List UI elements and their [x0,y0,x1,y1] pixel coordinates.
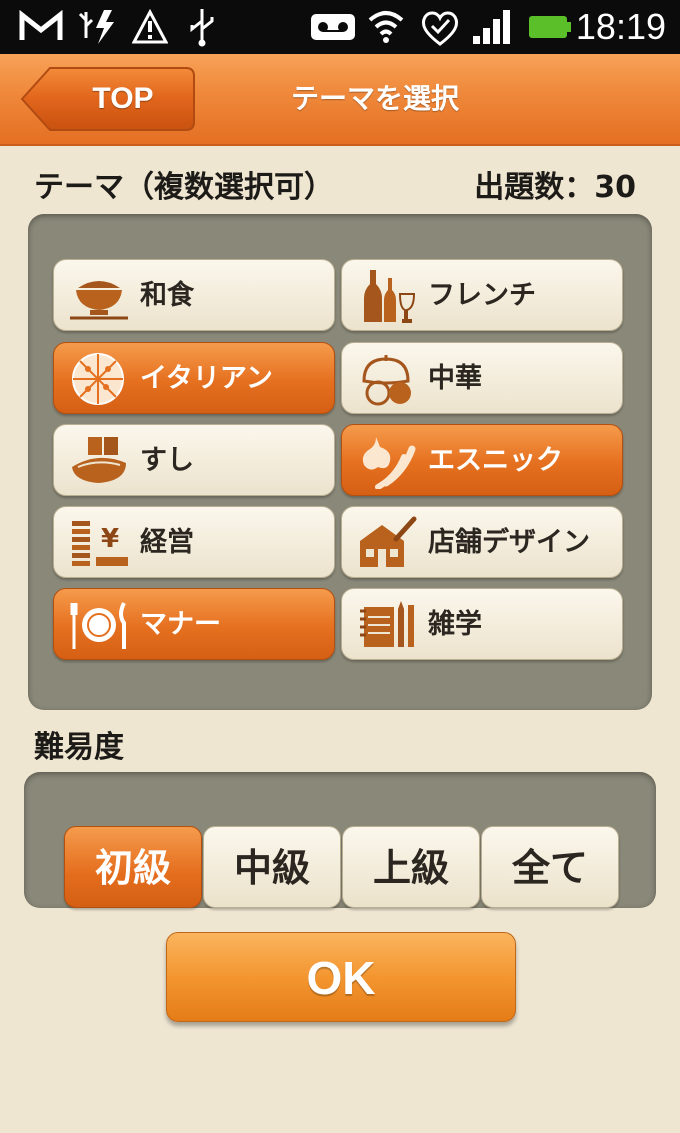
question-count-label: 出題数：30 [474,170,636,205]
difficulty-advanced-button[interactable]: 上級 [342,826,480,908]
top-back-label: TOP [92,82,154,115]
theme-button-washoku[interactable]: 和食 [53,259,335,331]
plate-cutlery-icon [68,597,130,653]
wine-bottles-icon [356,268,418,324]
clock-time: 18:19 [575,6,666,47]
wifi-icon [366,7,406,47]
status-bar: 18:19 [0,0,680,54]
theme-button-chinese[interactable]: 中華 [341,342,623,414]
theme-label: 雑学 [428,609,482,640]
usb-debug-icon [74,7,120,47]
theme-label: 中華 [428,363,482,394]
theme-button-management[interactable]: ¥ 経営 [53,506,335,578]
theme-label: エスニック [428,445,563,476]
theme-label: フレンチ [428,280,536,311]
warning-icon [132,7,168,47]
signal-quality-icon [418,7,462,47]
top-back-button[interactable]: TOP [20,66,196,132]
dumpling-icon [356,351,418,407]
page-title: テーマを選択 [290,82,459,115]
svg-text:¥: ¥ [101,524,119,554]
battery-icon [528,7,572,47]
theme-button-french[interactable]: フレンチ [341,259,623,331]
theme-label: 経営 [140,527,194,558]
theme-label: イタリアン [140,363,273,394]
difficulty-beginner-button[interactable]: 初級 [64,826,202,908]
ok-button[interactable]: OK [166,932,516,1022]
yen-coins-icon: ¥ [68,515,130,571]
usb-icon [182,7,222,47]
rice-bowl-icon [68,268,130,324]
theme-button-italian[interactable]: イタリアン [53,342,335,414]
notebook-pencils-icon [356,597,418,653]
theme-button-store-design[interactable]: 店舗デザイン [341,506,623,578]
difficulty-label: 難易度 [34,730,124,765]
theme-button-ethnic[interactable]: エスニック [341,424,623,496]
theme-section-label: テーマ（複数選択可） [34,170,334,205]
theme-button-sushi[interactable]: すし [53,424,335,496]
difficulty-all-button[interactable]: 全て [481,826,619,908]
pizza-icon [68,351,130,407]
theme-label: 和食 [140,280,194,311]
theme-label: 店舗デザイン [428,527,590,558]
theme-label: マナー [140,609,221,640]
shop-brush-icon [356,515,418,571]
garlic-chili-icon [356,433,418,489]
theme-button-trivia[interactable]: 雑学 [341,588,623,660]
gmail-icon [18,7,64,47]
difficulty-intermediate-button[interactable]: 中級 [203,826,341,908]
title-bar: TOP テーマを選択 [0,54,680,146]
sushi-icon [68,433,130,489]
voicemail-icon [308,7,358,47]
cell-signal-icon [470,7,516,47]
theme-label: すし [140,445,194,476]
theme-button-manners[interactable]: マナー [53,588,335,660]
